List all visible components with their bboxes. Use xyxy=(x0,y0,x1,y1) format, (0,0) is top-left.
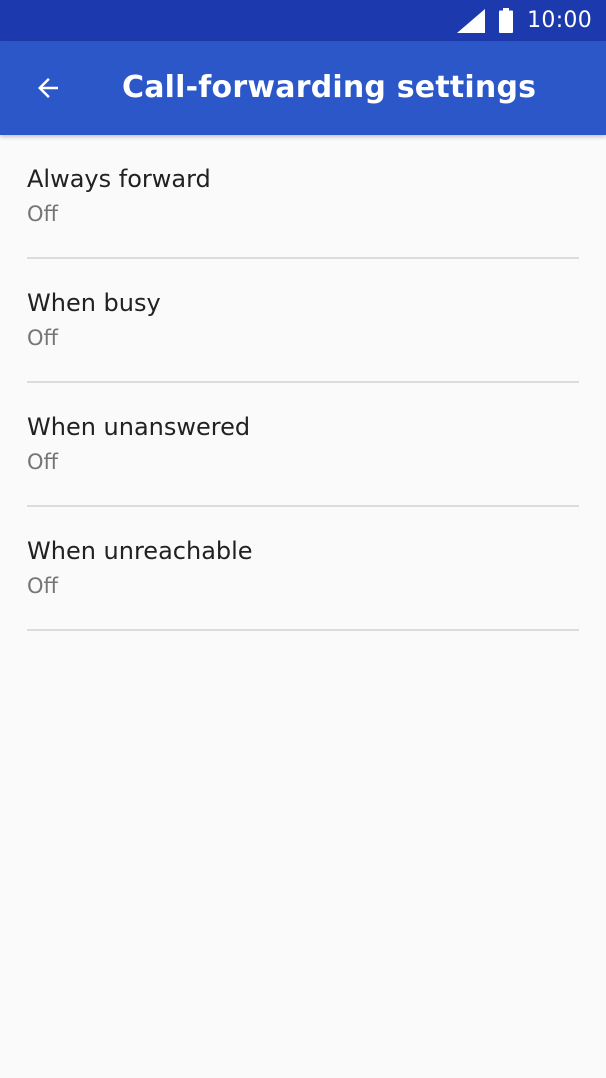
setting-summary: Off xyxy=(27,574,58,598)
divider xyxy=(27,629,579,631)
settings-list: Always forward Off When busy Off When un… xyxy=(0,135,606,631)
setting-always-forward[interactable]: Always forward Off xyxy=(0,135,606,259)
setting-summary: Off xyxy=(27,202,58,226)
page-title: Call-forwarding settings xyxy=(122,70,537,105)
status-time: 10:00 xyxy=(527,8,592,33)
setting-summary: Off xyxy=(27,326,58,350)
setting-title: Always forward xyxy=(27,165,211,193)
setting-title: When busy xyxy=(27,289,161,317)
setting-when-unreachable[interactable]: When unreachable Off xyxy=(0,507,606,631)
setting-title: When unreachable xyxy=(27,537,253,565)
setting-title: When unanswered xyxy=(27,413,251,441)
status-icons: 10:00 xyxy=(457,0,592,41)
app-bar: Call-forwarding settings xyxy=(0,41,606,135)
status-bar: 10:00 xyxy=(0,0,606,41)
setting-summary: Off xyxy=(27,450,58,474)
arrow-back-icon xyxy=(38,78,58,98)
signal-icon xyxy=(457,8,486,33)
setting-when-unanswered[interactable]: When unanswered Off xyxy=(0,383,606,507)
battery-icon xyxy=(499,8,514,33)
back-button[interactable] xyxy=(20,64,76,112)
setting-when-busy[interactable]: When busy Off xyxy=(0,259,606,383)
